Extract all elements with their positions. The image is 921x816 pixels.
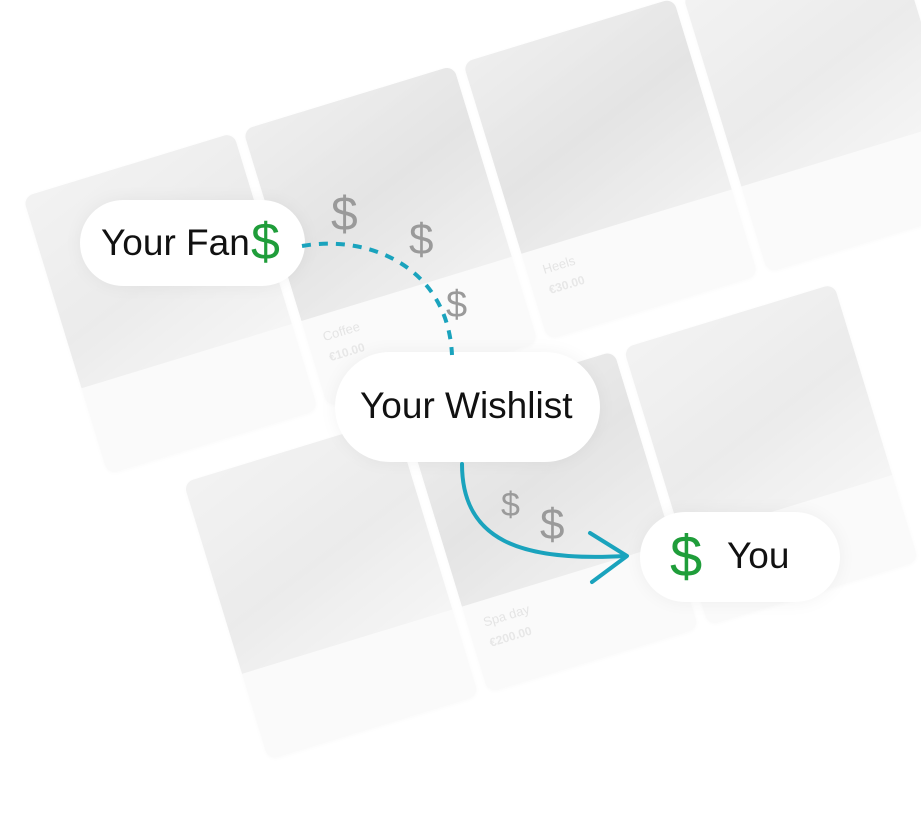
floating-dollar-icon: $	[540, 500, 565, 549]
floating-dollar-icon: $	[331, 188, 358, 241]
floating-dollar-icon: $	[446, 284, 468, 326]
fan-dollar-icon: $	[251, 213, 280, 271]
wishlist-label: Your Wishlist	[360, 385, 573, 426]
you-label: You	[727, 535, 790, 576]
wishlist-flow-diagram: Coffee €10.00 Heels €30.00 Spa day €200.…	[0, 0, 921, 816]
you-dollar-icon: $	[670, 524, 703, 589]
floating-dollar-icon: $	[409, 215, 434, 264]
fan-label: Your Fan	[101, 222, 250, 263]
floating-dollar-icon: $	[501, 486, 520, 524]
